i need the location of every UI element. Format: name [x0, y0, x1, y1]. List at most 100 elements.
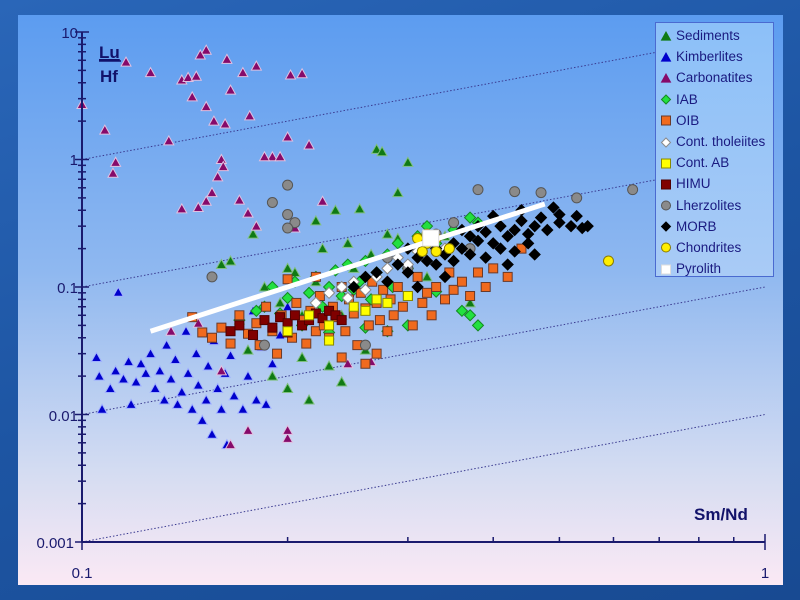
- legend-marker-square-icon: [661, 179, 671, 190]
- legend-marker-diamond-icon: [660, 94, 672, 105]
- legend-label: HIMU: [676, 176, 711, 192]
- point-himu: [289, 310, 300, 321]
- point-morb: [564, 219, 578, 233]
- point-morb: [501, 258, 514, 271]
- point-carbonatites: [233, 194, 246, 205]
- point-oib: [360, 358, 371, 369]
- point-oib: [336, 352, 347, 363]
- legend-item-chondrites: Chondrites: [660, 237, 773, 258]
- point-kimberlites: [200, 393, 213, 405]
- trend-line-group: [149, 201, 546, 334]
- point-sediments: [281, 262, 294, 273]
- point-carbonatites: [175, 202, 188, 214]
- point-sediments: [421, 270, 433, 282]
- legend-label: Carbonatites: [676, 70, 753, 86]
- legend-item-kimberlites: Kimberlites: [660, 46, 773, 67]
- point-sediments: [310, 214, 322, 226]
- point-lherzolites: [282, 222, 294, 234]
- legend-label: Lherzolites: [676, 197, 742, 213]
- point-oib: [206, 332, 217, 343]
- point-himu: [234, 320, 245, 331]
- point-oib: [234, 310, 245, 321]
- legend-item-sediments: Sediments: [660, 25, 773, 46]
- point-sediments: [353, 202, 366, 214]
- point-carbonatites: [258, 150, 271, 162]
- y-tick-label: 0.01: [49, 408, 78, 425]
- legend: Sediments Kimberlites Carbonatites IAB OIB Co…: [655, 22, 774, 277]
- legend-label: Chondrites: [676, 239, 742, 255]
- point-carbonatites: [281, 424, 294, 435]
- point-lherzolites: [535, 187, 547, 199]
- point-morb: [494, 219, 507, 233]
- point-oib: [261, 301, 272, 312]
- legend-marker: [661, 115, 671, 126]
- point-cont-ab: [382, 297, 393, 308]
- point-cont-tholeiites: [381, 262, 394, 275]
- point-carbonatites: [221, 53, 233, 64]
- point-morb: [528, 219, 541, 233]
- legend-marker: [660, 51, 672, 62]
- x-tick-label: 0.1: [72, 565, 93, 582]
- point-oib: [216, 322, 227, 333]
- point-oib: [388, 310, 399, 321]
- point-oib: [225, 338, 236, 349]
- legend-item-oib: OIB: [660, 110, 773, 131]
- legend-label: Cont. AB: [676, 155, 730, 171]
- point-kimberlites: [171, 398, 184, 409]
- point-kimberlites: [237, 403, 249, 414]
- point-oib: [397, 301, 408, 312]
- point-kimberlites: [215, 403, 228, 414]
- point-carbonatites: [215, 153, 228, 164]
- point-carbonatites: [186, 90, 199, 102]
- point-sediments: [296, 351, 308, 362]
- y-tick-label: 0.001: [36, 535, 74, 552]
- point-sediments: [242, 344, 254, 355]
- legend-marker: [660, 72, 672, 83]
- point-kimberlites: [122, 355, 135, 367]
- point-kimberlites: [96, 403, 108, 414]
- y-tick-label: 0.1: [57, 280, 78, 297]
- legend-marker-diamond-icon: [660, 221, 672, 232]
- point-sediments: [303, 393, 315, 405]
- legend-label: Sediments: [676, 28, 740, 44]
- point-kimberlites: [190, 347, 203, 359]
- point-oib: [272, 348, 283, 359]
- point-carbonatites: [107, 167, 119, 178]
- point-carbonatites: [284, 68, 297, 80]
- legend-marker-triangle-icon: [660, 51, 672, 62]
- point-oib: [382, 326, 393, 337]
- point-cont-ab: [371, 294, 382, 305]
- point-kimberlites: [153, 364, 166, 376]
- legend-item-carbonatites: Carbonatites: [660, 67, 773, 88]
- legend-marker: [660, 136, 672, 148]
- point-cont-ab: [324, 335, 335, 346]
- point-oib: [417, 297, 428, 308]
- point-himu: [248, 330, 259, 341]
- legend-marker-square-icon: [661, 158, 671, 169]
- point-oib: [363, 320, 374, 331]
- point-carbonatites: [109, 156, 122, 167]
- point-iab: [471, 319, 485, 332]
- point-sediments: [402, 156, 414, 167]
- point-lherzolites: [266, 196, 278, 208]
- point-kimberlites: [160, 339, 173, 350]
- point-carbonatites: [98, 124, 111, 135]
- point-oib: [407, 320, 418, 331]
- point-himu: [225, 326, 236, 337]
- point-kimberlites: [224, 349, 237, 361]
- point-kimberlites: [93, 370, 106, 381]
- legend-item-lherzolites: Lherzolites: [660, 195, 773, 216]
- point-oib: [502, 271, 513, 282]
- point-lherzolites: [206, 271, 218, 283]
- point-oib: [448, 284, 459, 295]
- point-kimberlites: [125, 398, 137, 409]
- point-morb: [447, 254, 460, 268]
- point-kimberlites: [180, 325, 192, 336]
- point-carbonatites: [224, 84, 237, 95]
- legend-marker: [661, 200, 671, 211]
- point-kimberlites: [242, 370, 254, 381]
- legend-marker-circle-icon: [661, 200, 671, 211]
- point-himu: [336, 315, 347, 326]
- legend-label: Pyrolith: [676, 261, 722, 277]
- point-cont-ab: [348, 301, 359, 312]
